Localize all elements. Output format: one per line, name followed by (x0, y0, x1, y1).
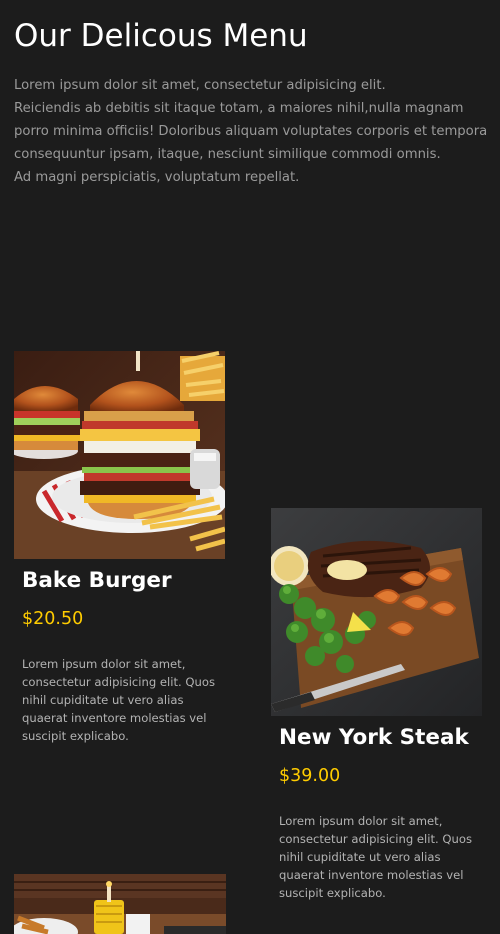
intro-line: consequuntur ipsam, itaque, nesciunt sim… (14, 147, 441, 162)
steak-photo (271, 508, 482, 716)
menu-item-name: New York Steak (279, 725, 469, 750)
menu-item-price: $20.50 (22, 609, 84, 629)
page-title: Our Delicous Menu (14, 18, 308, 54)
intro-line: porro minima officiis! Doloribus aliquam… (14, 124, 488, 139)
menu-item-price: $39.00 (279, 766, 341, 786)
menu-item-name: Bake Burger (22, 568, 172, 593)
menu-item-card-new-york-steak: New York Steak $39.00 Lorem ipsum dolor … (271, 508, 483, 908)
dish-photo (14, 874, 226, 934)
menu-item-card-partial (14, 874, 226, 934)
menu-item-description: Lorem ipsum dolor sit amet, consectetur … (22, 657, 216, 743)
menu-item-card-bake-burger: Bake Burger $20.50 Lorem ipsum dolor sit… (14, 351, 226, 751)
intro-line: Lorem ipsum dolor sit amet, consectetur … (14, 78, 386, 93)
intro-line: Reiciendis ab debitis sit itaque totam, … (14, 101, 464, 116)
burger-photo (14, 351, 225, 559)
menu-intro-text: Lorem ipsum dolor sit amet, consectetur … (14, 74, 498, 189)
intro-line: Ad magni perspiciatis, voluptatum repell… (14, 170, 300, 185)
menu-item-description: Lorem ipsum dolor sit amet, consectetur … (279, 814, 473, 900)
